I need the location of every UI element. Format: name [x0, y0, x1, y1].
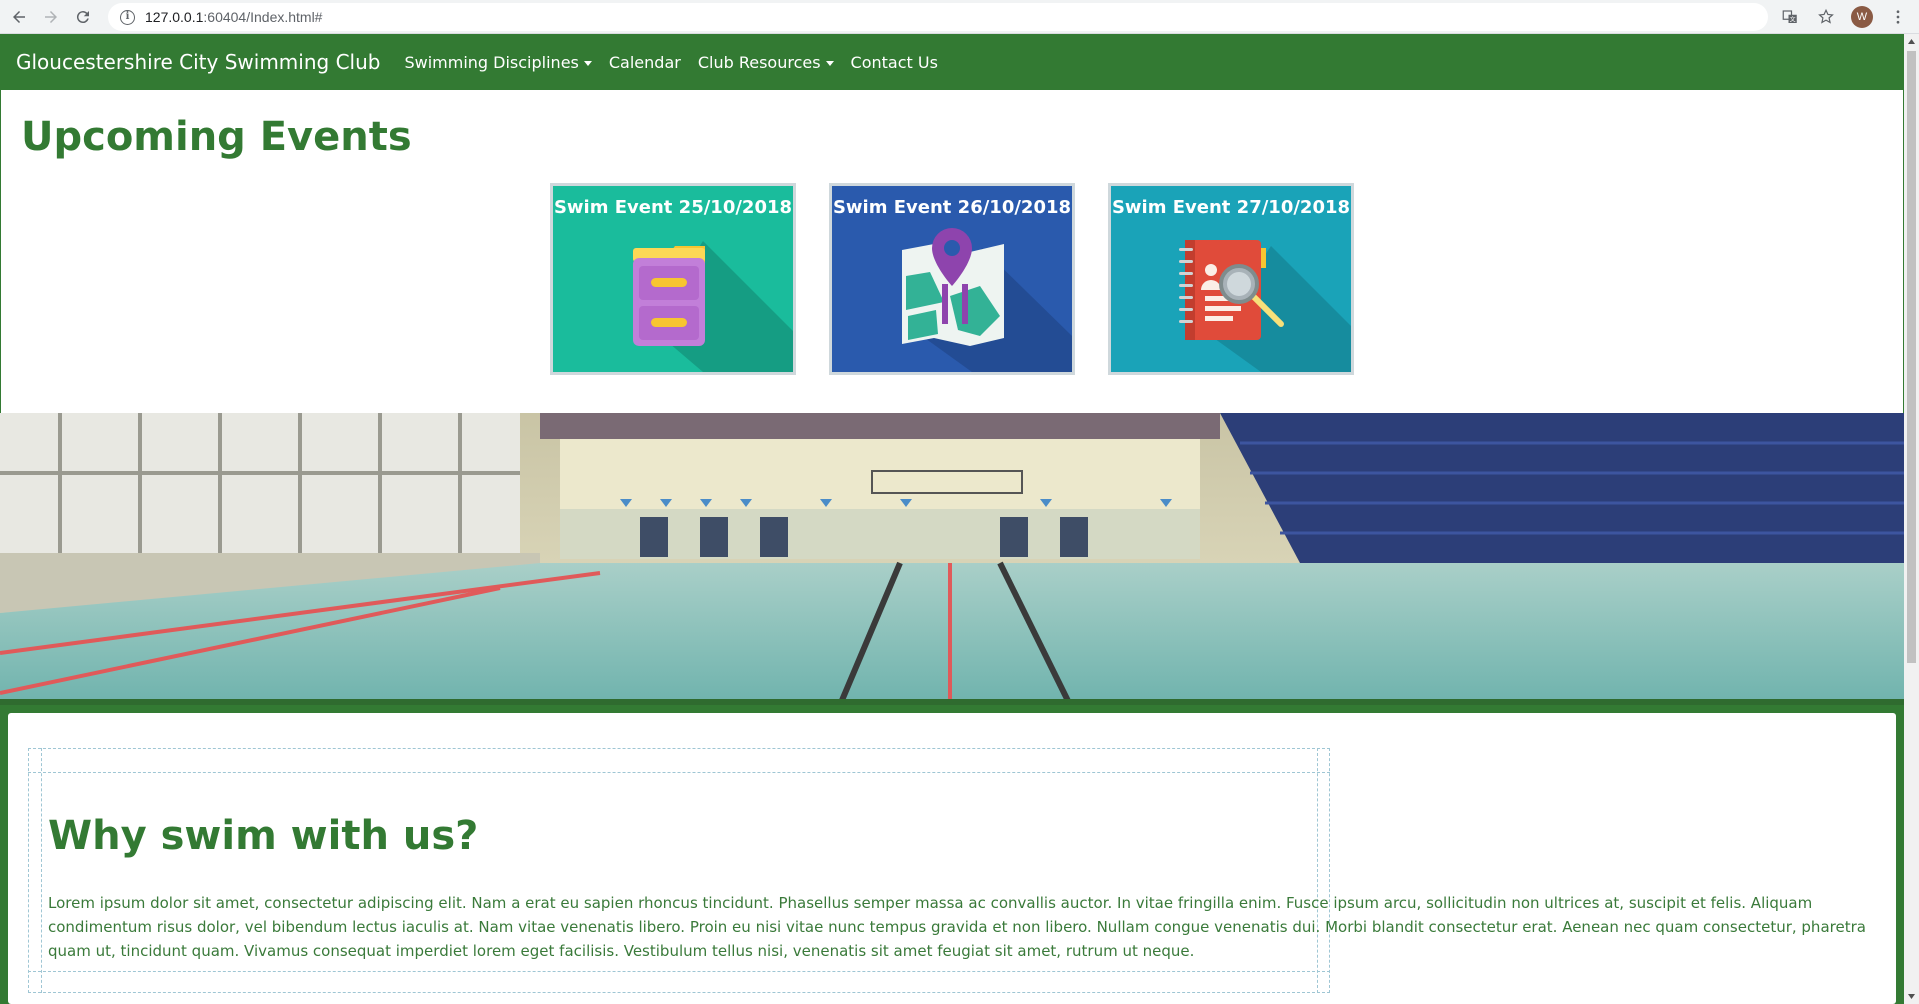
- event-card-label: Swim Event 27/10/2018: [1111, 197, 1351, 218]
- bookmark-button[interactable]: [1811, 2, 1841, 32]
- avatar: W: [1851, 6, 1873, 28]
- star-icon: [1818, 8, 1834, 24]
- layout-guide-bottom: [28, 971, 1330, 972]
- browser-toolbar: i 127.0.0.1:60404/Index.html# 文 W: [0, 0, 1919, 34]
- url-path: :60404/Index.html#: [203, 9, 323, 25]
- kebab-menu-icon: [1896, 10, 1900, 24]
- navbar: Gloucestershire City Swimming Club Swimm…: [0, 34, 1904, 90]
- brand-link[interactable]: Gloucestershire City Swimming Club: [16, 50, 380, 74]
- translate-icon: 文: [1782, 10, 1797, 24]
- back-button[interactable]: [6, 4, 32, 30]
- events-title: Upcoming Events: [21, 114, 412, 160]
- why-section: Why swim with us? Lorem ipsum dolor sit …: [0, 705, 1904, 1004]
- menu-button[interactable]: [1883, 2, 1913, 32]
- vertical-scrollbar[interactable]: [1904, 34, 1919, 1004]
- nav-links: Swimming Disciplines Calendar Club Resou…: [404, 53, 954, 72]
- pool-hero-image: [0, 413, 1904, 705]
- event-card-1[interactable]: Swim Event 25/10/2018: [550, 183, 796, 375]
- forward-arrow-icon: [45, 10, 57, 23]
- event-card-label: Swim Event 26/10/2018: [832, 197, 1072, 218]
- site-info-icon[interactable]: i: [120, 9, 135, 25]
- scroll-down-icon[interactable]: [1904, 989, 1919, 1004]
- translate-button[interactable]: 文: [1775, 2, 1805, 32]
- forward-button[interactable]: [38, 4, 64, 30]
- reload-button[interactable]: [70, 4, 96, 30]
- why-paragraph: Lorem ipsum dolor sit amet, consectetur …: [48, 894, 1866, 960]
- svg-text:文: 文: [1790, 16, 1796, 24]
- page-viewport: Gloucestershire City Swimming Club Swimm…: [0, 34, 1904, 1004]
- nav-swimming-disciplines[interactable]: Swimming Disciplines: [404, 52, 592, 72]
- nav-link-label: Contact Us: [850, 52, 938, 72]
- caret-down-icon: [825, 60, 834, 66]
- url-text: 127.0.0.1:60404/Index.html#: [145, 9, 322, 25]
- scrollbar-thumb[interactable]: [1907, 51, 1916, 663]
- event-card-3[interactable]: Swim Event 27/10/2018: [1108, 183, 1354, 375]
- layout-guide-top: [28, 772, 1330, 773]
- upcoming-events-section: Upcoming Events Swim Event 25/10/2018 Sw…: [0, 90, 1904, 413]
- swimming-pool-illustration: [0, 413, 1904, 705]
- event-card-2[interactable]: Swim Event 26/10/2018: [829, 183, 1075, 375]
- nav-contact-us[interactable]: Contact Us: [851, 53, 938, 72]
- why-panel: Why swim with us? Lorem ipsum dolor sit …: [8, 713, 1896, 1004]
- nav-link-label: Swimming Disciplines: [404, 52, 579, 72]
- scroll-up-icon[interactable]: [1904, 34, 1919, 49]
- address-bar[interactable]: i 127.0.0.1:60404/Index.html#: [108, 3, 1768, 31]
- event-card-label: Swim Event 25/10/2018: [553, 197, 793, 218]
- nav-club-resources[interactable]: Club Resources: [698, 53, 834, 72]
- nav-link-label: Club Resources: [697, 52, 821, 72]
- url-host: 127.0.0.1: [145, 9, 204, 25]
- back-arrow-icon: [13, 10, 25, 23]
- reload-icon: [76, 10, 89, 23]
- caret-down-icon: [583, 60, 592, 66]
- nav-calendar[interactable]: Calendar: [609, 53, 681, 72]
- nav-link-label: Calendar: [608, 52, 681, 72]
- why-title: Why swim with us?: [48, 813, 479, 859]
- profile-button[interactable]: W: [1847, 2, 1877, 32]
